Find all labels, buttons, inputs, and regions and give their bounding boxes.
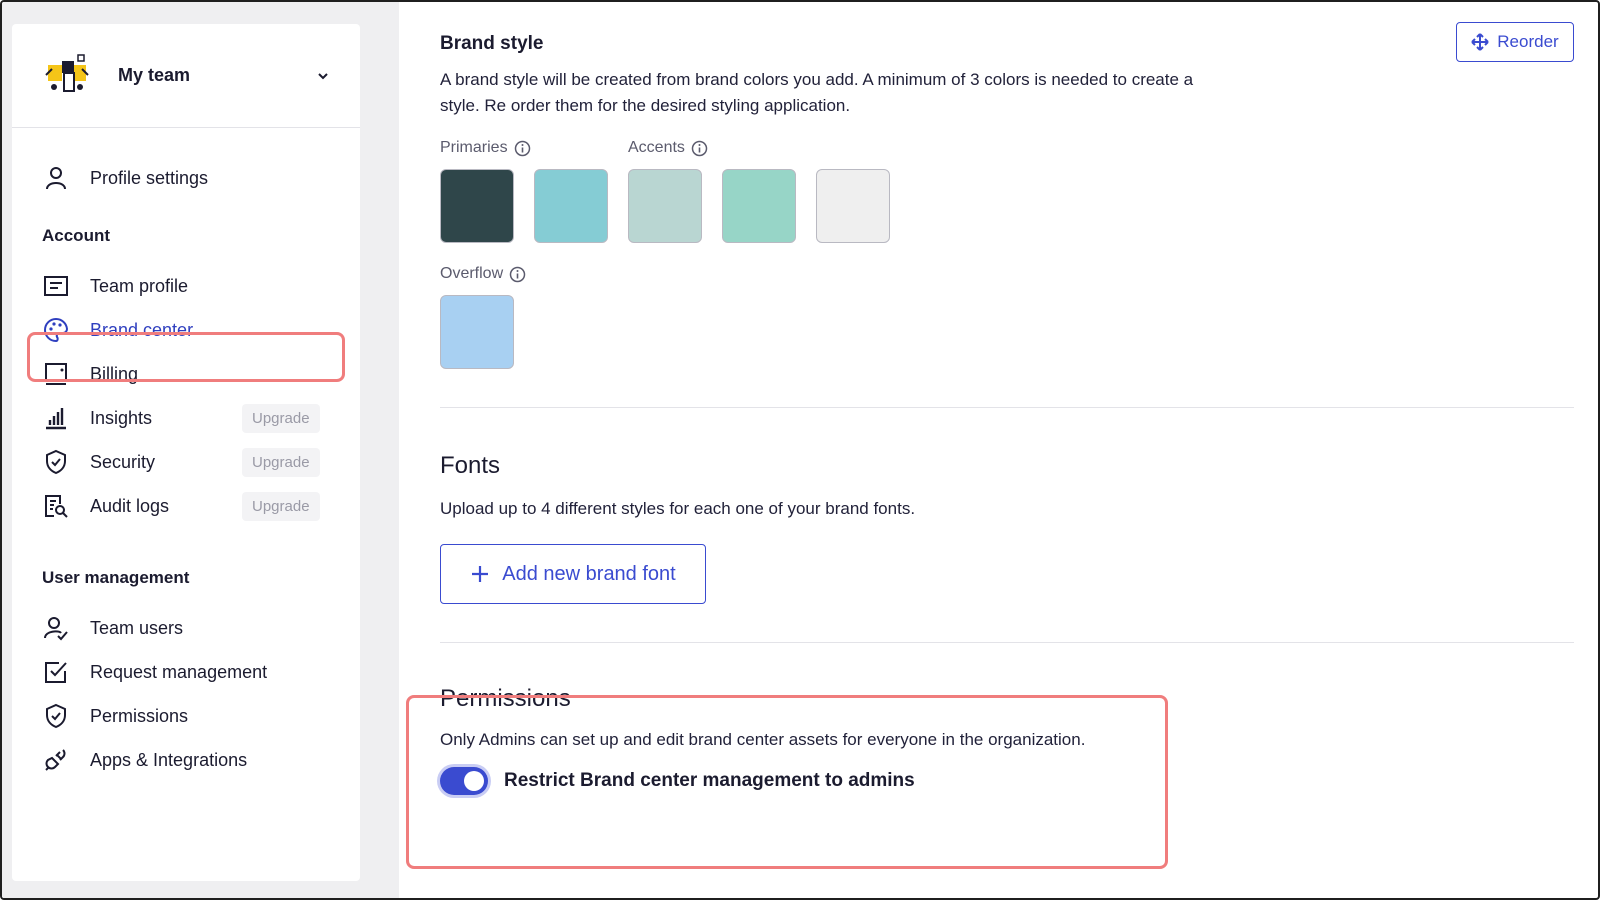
sidebar-item-apps-integrations[interactable]: Apps & Integrations [12,738,360,782]
primaries-text: Primaries [440,139,508,156]
sidebar: My team Profile settings Account Team pr… [12,24,360,881]
restrict-toggle-row: Restrict Brand center management to admi… [440,767,1574,795]
primary-accent-swatches [440,169,1574,243]
sidebar-item-insights[interactable]: Insights Upgrade [12,396,360,440]
team-logo-icon [45,53,89,92]
brand-style-title: Brand style [440,33,544,54]
chevron-down-icon [318,72,328,79]
sidebar-item-billing[interactable]: Billing [12,352,360,396]
account-heading: Account [42,226,110,245]
team-switcher[interactable]: My team [12,24,360,128]
palette-icon [42,316,70,344]
sidebar-item-security[interactable]: Security Upgrade [12,440,360,484]
fonts-description: Upload up to 4 different styles for each… [440,499,916,518]
color-swatch-overflow-1[interactable] [440,295,514,369]
sidebar-item-label: Team profile [90,275,189,296]
overflow-label: Overflow [440,265,526,283]
plus-icon [472,566,489,582]
document-search-icon [42,492,70,520]
user-icon [42,164,70,192]
color-swatch-accent-3[interactable] [816,169,890,243]
sidebar-item-label: Apps & Integrations [90,749,248,770]
toggle-knob [464,771,484,791]
restrict-admins-toggle[interactable] [440,767,488,795]
main-content: Reorder Brand style A brand style will b… [399,2,1598,898]
color-swatch-primary-1[interactable] [440,169,514,243]
info-icon[interactable] [514,140,531,157]
color-swatch-accent-2[interactable] [722,169,796,243]
info-icon[interactable] [691,140,708,157]
sidebar-item-label: Team users [90,617,184,638]
permissions-description: Only Admins can set up and edit brand ce… [440,730,1086,749]
info-icon[interactable] [509,266,526,283]
upgrade-badge[interactable]: Upgrade [242,491,320,521]
add-brand-font-button[interactable]: Add new brand font [440,544,706,604]
sidebar-item-label: Insights [90,407,153,428]
permissions-title: Permissions [440,685,571,712]
add-brand-font-label: Add new brand font [502,562,676,585]
upgrade-badge[interactable]: Upgrade [242,403,320,433]
app-window: My team Profile settings Account Team pr… [0,0,1600,900]
chart-bars-icon [42,404,70,432]
brand-style-description: A brand style will be created from brand… [440,70,1194,115]
overflow-label-row: Overflow [440,265,1574,283]
id-card-icon [42,272,70,300]
sidebar-item-audit-logs[interactable]: Audit logs Upgrade [12,484,360,528]
sidebar-item-team-profile[interactable]: Team profile [12,264,360,308]
sidebar-item-permissions[interactable]: Permissions [12,694,360,738]
upgrade-badge[interactable]: Upgrade [242,447,320,477]
sidebar-item-label: Request management [90,661,268,682]
sidebar-nav: Profile settings Account Team profile Br… [12,128,360,782]
user-check-icon [42,614,70,642]
overflow-swatches [440,295,1574,369]
shield-check-icon [42,702,70,730]
color-swatch-primary-2[interactable] [534,169,608,243]
accents-text: Accents [628,139,685,156]
color-swatch-accent-1[interactable] [628,169,702,243]
shield-check-icon [42,448,70,476]
team-name: My team [118,65,191,85]
move-arrows-icon [1471,33,1489,51]
checkbox-icon [42,658,70,686]
restrict-toggle-label: Restrict Brand center management to admi… [504,770,915,791]
sidebar-item-request-management[interactable]: Request management [12,650,360,694]
billing-icon [42,360,70,388]
sidebar-item-label: Brand center [90,319,194,340]
reorder-button[interactable]: Reorder [1456,22,1574,62]
accents-label: Accents [628,139,708,157]
sidebar-area: My team Profile settings Account Team pr… [2,2,399,898]
divider [440,642,1574,643]
overflow-text: Overflow [440,265,504,282]
plug-icon [42,746,70,774]
reorder-label: Reorder [1497,32,1559,51]
sidebar-item-label: Billing [90,363,139,384]
sidebar-item-profile-settings[interactable]: Profile settings [12,156,360,200]
fonts-title: Fonts [440,452,501,479]
primaries-label: Primaries [440,139,628,157]
sidebar-item-team-users[interactable]: Team users [12,606,360,650]
sidebar-item-label: Profile settings [90,167,209,188]
user-management-heading: User management [42,568,190,587]
swatch-labels: Primaries Accents [440,139,1574,157]
divider [440,407,1574,408]
sidebar-item-label: Security [90,451,156,472]
sidebar-item-brand-center[interactable]: Brand center [12,308,360,352]
sidebar-item-label: Audit logs [90,495,170,516]
sidebar-item-label: Permissions [90,705,189,726]
